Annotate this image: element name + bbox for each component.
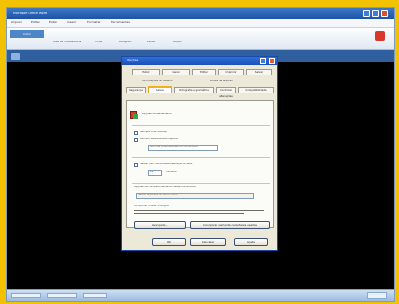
status-segment — [47, 293, 77, 298]
menu-file[interactable]: Arquivo — [11, 21, 22, 24]
tab-save[interactable]: Salvar — [148, 86, 172, 93]
menu-edit[interactable]: Editar — [31, 21, 40, 24]
tab-label: Segurança — [129, 89, 143, 92]
tab-label: Salvar — [254, 71, 264, 74]
window-title: Microsoft Office Word — [13, 12, 48, 15]
autorecover-checkbox[interactable] — [134, 163, 138, 167]
close-button[interactable] — [381, 10, 388, 17]
tab-label-file-locations[interactable]: Locais de arquivo — [210, 80, 233, 83]
divider — [132, 183, 270, 184]
cancel-button[interactable]: Cancelar — [190, 238, 226, 246]
tab-label: Ortografia e gramática — [179, 89, 209, 92]
ribbon-group-paragraph: Parágrafo — [119, 41, 132, 43]
save-icon — [133, 114, 138, 119]
options-dialog: Opções Exibir Geral Editar Imprimir Salv… — [121, 56, 278, 251]
advanced-button[interactable]: Avançado... — [134, 221, 186, 229]
embed-header: Opções de compartilhamento deste documen… — [134, 186, 196, 188]
tab-label: Controlar alterações — [219, 89, 233, 98]
title-bar: Microsoft Office Word — [7, 8, 394, 19]
tab-spelling-grammar[interactable]: Ortografia e gramática — [174, 87, 214, 93]
dialog-title-bar: Opções — [122, 57, 277, 65]
backup-checkbox[interactable] — [134, 131, 138, 135]
fast-save-label: Permitir salvamentos rápidos — [140, 138, 178, 140]
status-segment — [11, 293, 41, 298]
close-icon[interactable] — [269, 58, 275, 64]
button-label: OK — [166, 240, 172, 244]
tab-track-changes[interactable]: Controlar alterações — [216, 87, 236, 98]
ok-button[interactable]: OK — [152, 238, 186, 246]
save-format-label: Salvar arquivos do Word como: — [138, 194, 179, 196]
menu-tools[interactable]: Ferramentas — [111, 21, 130, 24]
tab-view[interactable]: Exibir — [132, 69, 160, 75]
tab-label-user-info[interactable]: Informações do usuário — [142, 80, 173, 83]
autorecover-value: 10 — [150, 171, 154, 173]
tab-label: Editar — [200, 71, 208, 74]
divider — [132, 157, 270, 158]
fast-save-checkbox[interactable] — [134, 138, 138, 142]
office-logo-icon — [375, 31, 385, 41]
ribbon-group-editing: Edição — [173, 41, 182, 43]
menu-view[interactable]: Exibir — [49, 21, 57, 24]
status-bar — [7, 289, 394, 301]
embed-fonts-label: Incorporar fontes TrueType — [134, 205, 169, 207]
help-icon[interactable] — [260, 58, 266, 64]
autorecover-unit: minutos — [166, 171, 177, 173]
menu-insert[interactable]: Inserir — [67, 21, 77, 24]
tab-general[interactable]: Geral — [162, 69, 190, 75]
backup-label: Sempre criar backup — [140, 131, 167, 133]
button-label: Ajuda — [247, 240, 255, 244]
tab-edit[interactable]: Editar — [192, 69, 216, 75]
tab-label: Exibir — [142, 71, 150, 74]
tab-save-top[interactable]: Salvar — [246, 69, 272, 75]
tab-label: Compatibilidade — [245, 89, 267, 92]
divider — [132, 125, 270, 126]
ribbon-group-font: Fonte — [95, 41, 103, 43]
tab-print[interactable]: Imprimir — [218, 69, 244, 75]
menu-format[interactable]: Formatar — [87, 21, 101, 24]
divider — [134, 210, 264, 211]
maximize-button[interactable] — [372, 10, 379, 17]
tab-label: Salvar — [155, 89, 165, 92]
help-button[interactable]: Ajuda — [234, 238, 268, 246]
dialog-title: Opções — [127, 59, 139, 62]
status-segment — [83, 293, 107, 298]
options-header: Opções de salvamento — [142, 113, 172, 115]
properties-label: Solicitar propriedades do documento — [150, 146, 198, 148]
minimize-button[interactable] — [363, 10, 370, 17]
embed-chars-option[interactable]: Incorporar somente caracteres usados — [190, 221, 270, 229]
tab-compatibility[interactable]: Compatibilidade — [238, 87, 274, 93]
tab-security[interactable]: Segurança — [126, 87, 146, 93]
ribbon-toolbar: Início Área de Transferência Fonte Parág… — [7, 28, 394, 50]
button-label: Cancelar — [201, 240, 215, 244]
autorecover-label: Salvar info. de AutoRecuperação a cada: — [140, 163, 193, 165]
divider — [134, 213, 244, 214]
document-tab[interactable] — [11, 53, 20, 60]
ribbon-group-styles: Estilos — [147, 41, 156, 43]
tab-label: Imprimir — [225, 71, 237, 74]
menu-bar: Arquivo Editar Exibir Inserir Formatar F… — [7, 19, 394, 28]
zoom-slider[interactable] — [367, 292, 387, 299]
ribbon-tab-home[interactable]: Início — [10, 30, 44, 38]
button-label: Incorporar somente caracteres usados — [203, 223, 257, 227]
tab-label: Geral — [172, 71, 180, 74]
ribbon-group-clipboard: Área de Transferência — [53, 41, 82, 43]
button-label: Avançado... — [151, 223, 169, 227]
